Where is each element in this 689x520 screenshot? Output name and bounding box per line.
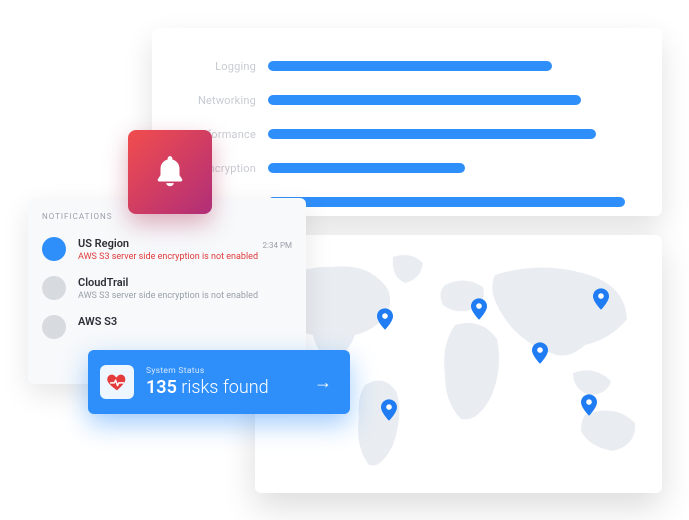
heart-pulse-icon xyxy=(106,371,128,393)
notification-name: CloudTrail xyxy=(78,276,292,289)
bar-label: Logging xyxy=(182,60,268,73)
status-value: 135 risks found xyxy=(146,377,314,398)
map-pin-icon[interactable] xyxy=(471,298,487,320)
bar-row: Logging xyxy=(182,52,632,80)
notification-desc: AWS S3 server side encryption is not ena… xyxy=(78,252,292,262)
map-pin-icon[interactable] xyxy=(377,308,393,330)
bar-fill xyxy=(268,163,465,173)
system-status-card[interactable]: System Status 135 risks found → xyxy=(88,350,350,414)
notification-item[interactable]: US Region AWS S3 server side encryption … xyxy=(42,231,292,270)
notification-body: CloudTrail AWS S3 server side encryption… xyxy=(78,276,292,301)
bar-track xyxy=(268,197,632,207)
status-label: System Status xyxy=(146,366,314,376)
notification-status-dot xyxy=(42,276,66,300)
heartbeat-icon xyxy=(100,365,134,399)
bar-row: Encryption xyxy=(182,154,632,182)
arrow-right-icon: → xyxy=(314,372,332,393)
notification-item[interactable]: CloudTrail AWS S3 server side encryption… xyxy=(42,270,292,309)
status-suffix: risks found xyxy=(181,377,268,398)
bar-track xyxy=(268,61,632,71)
bar-fill xyxy=(268,61,552,71)
bar-fill xyxy=(268,197,625,207)
notification-body: US Region AWS S3 server side encryption … xyxy=(78,237,292,262)
notification-status-dot xyxy=(42,237,66,261)
metrics-panel: Logging Networking Performance Encryptio… xyxy=(152,28,662,216)
bar-track xyxy=(268,95,632,105)
notification-status-dot xyxy=(42,315,66,339)
bar-fill xyxy=(268,129,596,139)
bar-fill xyxy=(268,95,581,105)
notification-item[interactable]: AWS S3 xyxy=(42,309,292,347)
status-text: System Status 135 risks found xyxy=(146,366,314,398)
map-pin-icon[interactable] xyxy=(581,394,597,416)
notification-name: US Region xyxy=(78,237,292,250)
bar-row: Networking xyxy=(182,86,632,114)
map-pin-icon[interactable] xyxy=(593,288,609,310)
bar-track xyxy=(268,163,632,173)
notification-desc: AWS S3 server side encryption is not ena… xyxy=(78,291,292,301)
status-count: 135 xyxy=(146,377,177,398)
notification-name: AWS S3 xyxy=(78,315,292,328)
notification-body: AWS S3 xyxy=(78,315,292,328)
map-pin-icon[interactable] xyxy=(381,399,397,421)
map-pin-icon[interactable] xyxy=(532,342,548,364)
notification-time: 2:34 PM xyxy=(263,241,292,250)
alert-badge[interactable] xyxy=(128,130,212,214)
bell-icon xyxy=(151,153,189,191)
bar-label: Networking xyxy=(182,94,268,107)
bar-track xyxy=(268,129,632,139)
bar-row: Performance xyxy=(182,120,632,148)
